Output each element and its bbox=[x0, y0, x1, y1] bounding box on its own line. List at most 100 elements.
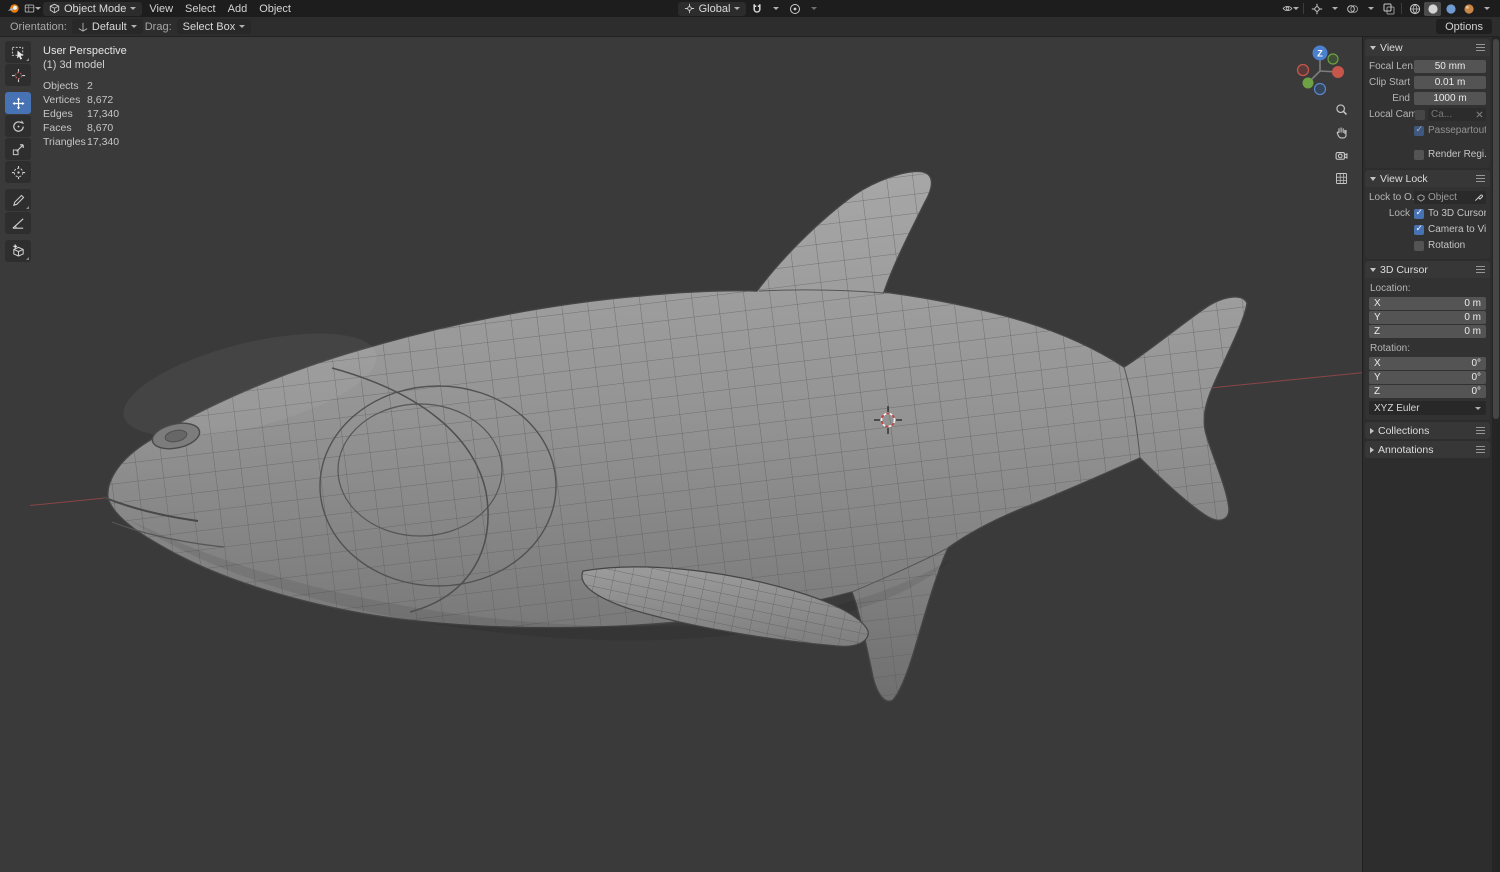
zoom-button[interactable] bbox=[1332, 100, 1350, 118]
shading-solid-icon bbox=[1427, 3, 1438, 14]
object-visibility-dropdown[interactable] bbox=[1282, 2, 1300, 16]
stat-value: 8,672 bbox=[87, 94, 114, 106]
local-camera-field[interactable]: Ca... bbox=[1428, 108, 1486, 121]
tool-annotate[interactable] bbox=[5, 189, 31, 211]
gizmo-icon bbox=[1311, 3, 1322, 14]
panel-menu-icon[interactable] bbox=[1476, 427, 1485, 434]
panel-title: Collections bbox=[1378, 424, 1430, 437]
rotation-mode-select[interactable]: XYZ Euler bbox=[1369, 401, 1486, 415]
field-label: Lock bbox=[1388, 208, 1410, 219]
proportional-falloff-dropdown[interactable] bbox=[805, 2, 822, 16]
header-right bbox=[822, 1, 1495, 16]
tool-group-gap bbox=[5, 184, 31, 188]
clear-x-icon[interactable] bbox=[1476, 111, 1483, 118]
cursor-rotation-x[interactable]: X 0° bbox=[1369, 357, 1486, 370]
tool-cursor[interactable] bbox=[5, 64, 31, 86]
eyedropper-icon[interactable] bbox=[1474, 193, 1483, 202]
snap-settings-dropdown[interactable] bbox=[767, 2, 784, 16]
lock-to-3d-cursor-label: To 3D Cursor bbox=[1428, 208, 1486, 219]
tool-transform[interactable] bbox=[5, 161, 31, 183]
object-cube-icon bbox=[1417, 193, 1425, 202]
menu-select[interactable]: Select bbox=[180, 3, 221, 15]
shading-dropdown[interactable] bbox=[1478, 2, 1495, 16]
show-overlays-toggle[interactable] bbox=[1344, 2, 1361, 16]
gizmos-dropdown[interactable] bbox=[1326, 2, 1343, 16]
tool-select-box[interactable] bbox=[5, 41, 31, 63]
cursor-location-x[interactable]: X 0 m bbox=[1369, 297, 1486, 310]
cursor-location-z[interactable]: Z 0 m bbox=[1369, 325, 1486, 338]
menu-view[interactable]: View bbox=[144, 3, 178, 15]
tool-move[interactable] bbox=[5, 92, 31, 114]
clip-start-field[interactable]: 0.01 m bbox=[1414, 76, 1486, 89]
clip-end-field[interactable]: 1000 m bbox=[1414, 92, 1486, 105]
toggle-xray[interactable] bbox=[1380, 2, 1397, 16]
panel-view-header[interactable]: View bbox=[1365, 39, 1490, 56]
tool-scale[interactable] bbox=[5, 138, 31, 160]
scrollbar-thumb[interactable] bbox=[1493, 39, 1499, 419]
panel-collections-header[interactable]: Collections bbox=[1365, 422, 1490, 439]
cursor-location-y[interactable]: Y 0 m bbox=[1369, 311, 1486, 324]
location-label: Location: bbox=[1370, 283, 1411, 294]
tool-group-gap bbox=[5, 235, 31, 239]
camera-to-view-checkbox[interactable] bbox=[1414, 224, 1424, 235]
menu-object[interactable]: Object bbox=[254, 3, 296, 15]
mode-select[interactable]: Object Mode bbox=[43, 1, 143, 16]
shading-wireframe-button[interactable] bbox=[1406, 2, 1423, 16]
lock-to-object-field[interactable]: Object bbox=[1414, 191, 1486, 204]
show-gizmos-toggle[interactable] bbox=[1308, 2, 1325, 16]
axis-value: 0 m bbox=[1464, 326, 1481, 337]
navigation-gizmo[interactable]: Z bbox=[1294, 41, 1346, 104]
blender-logo-icon[interactable] bbox=[5, 2, 22, 16]
cursor-rotation-z[interactable]: Z 0° bbox=[1369, 385, 1486, 398]
chevron-down-icon bbox=[239, 25, 246, 28]
panel-menu-icon[interactable] bbox=[1476, 446, 1485, 453]
panel-3d-cursor-header[interactable]: 3D Cursor bbox=[1365, 261, 1490, 278]
local-camera-row: Local Cam... Ca... bbox=[1369, 107, 1486, 122]
rotate-icon bbox=[12, 119, 24, 132]
panel-annotations: Annotations bbox=[1365, 441, 1490, 458]
lock-to-3d-cursor-checkbox[interactable] bbox=[1414, 208, 1424, 219]
sidebar-scrollbar[interactable] bbox=[1492, 37, 1500, 872]
menu-add[interactable]: Add bbox=[223, 3, 253, 15]
drag-mode-select[interactable]: Select Box bbox=[176, 19, 252, 34]
cursor-icon bbox=[11, 68, 25, 82]
viewport-header: Object Mode View Select Add Object Globa… bbox=[0, 0, 1500, 17]
camera-view-button[interactable] bbox=[1332, 146, 1350, 164]
panel-menu-icon[interactable] bbox=[1476, 175, 1485, 182]
orientation-label: Orientation: bbox=[10, 20, 67, 33]
editor-type-selector[interactable] bbox=[24, 2, 41, 16]
shading-material-button[interactable] bbox=[1442, 2, 1459, 16]
tool-rotate[interactable] bbox=[5, 115, 31, 137]
local-camera-checkbox[interactable] bbox=[1415, 109, 1425, 120]
focal-length-field[interactable]: 50 mm bbox=[1414, 60, 1486, 73]
proportional-editing-toggle[interactable] bbox=[786, 2, 803, 16]
overlays-icon bbox=[1347, 4, 1358, 13]
snap-toggle[interactable] bbox=[748, 2, 765, 16]
field-label: Lock to O... bbox=[1369, 192, 1414, 203]
toggle-orthographic-button[interactable] bbox=[1332, 169, 1350, 187]
shading-rendered-button[interactable] bbox=[1460, 2, 1477, 16]
orientation-default-select[interactable]: Default bbox=[71, 19, 143, 34]
shading-solid-button[interactable] bbox=[1424, 1, 1442, 16]
tool-add-cube[interactable] bbox=[5, 240, 31, 262]
options-button[interactable]: Options bbox=[1436, 19, 1492, 34]
stat-value: 8,670 bbox=[87, 122, 114, 134]
panel-annotations-header[interactable]: Annotations bbox=[1365, 441, 1490, 458]
viewport-3d[interactable]: User Perspective (1) 3d model Objects 2 V… bbox=[0, 37, 1500, 872]
axis-value: 0° bbox=[1471, 372, 1481, 383]
orientation-icon bbox=[78, 22, 88, 32]
passepartout-checkbox[interactable] bbox=[1414, 125, 1424, 136]
render-region-checkbox[interactable] bbox=[1414, 149, 1424, 160]
tool-measure[interactable] bbox=[5, 212, 31, 234]
overlays-dropdown[interactable] bbox=[1362, 2, 1379, 16]
panel-view-lock-header[interactable]: View Lock bbox=[1365, 170, 1490, 187]
panel-menu-icon[interactable] bbox=[1476, 266, 1485, 273]
cursor-rotation-y[interactable]: Y 0° bbox=[1369, 371, 1486, 384]
pan-button[interactable] bbox=[1332, 123, 1350, 141]
drag-mode-label: Select Box bbox=[182, 20, 236, 33]
lock-rotation-checkbox[interactable] bbox=[1414, 240, 1424, 251]
transform-orientation-select[interactable]: Global bbox=[677, 1, 747, 16]
fish-model[interactable] bbox=[102, 170, 1248, 702]
panel-menu-icon[interactable] bbox=[1476, 44, 1485, 51]
lock-rotation-label: Rotation bbox=[1428, 240, 1466, 251]
